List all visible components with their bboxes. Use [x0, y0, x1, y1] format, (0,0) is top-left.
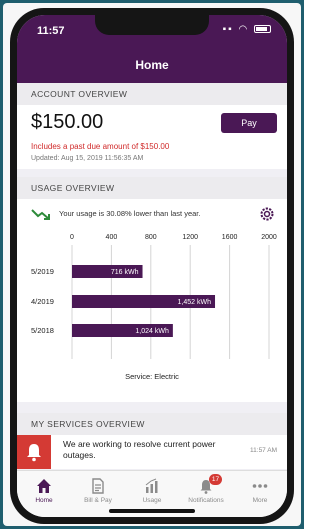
- tab-notifications[interactable]: 17 Notifications: [179, 474, 233, 504]
- tab-bill-pay-label: Bill & Pay: [84, 497, 112, 504]
- tab-home-label: Home: [35, 497, 53, 504]
- bar-category-label: 4/2019: [31, 297, 54, 306]
- battery-icon: [254, 25, 271, 34]
- alert-tile: [17, 435, 51, 469]
- usage-overview-header: USAGE OVERVIEW: [17, 177, 287, 199]
- bar-value-label: 716 kWh: [111, 269, 139, 276]
- updated-timestamp: Updated: Aug 15, 2019 11:56:35 AM: [31, 155, 144, 162]
- outage-notice-time: 11:57 AM: [250, 447, 277, 454]
- account-overview-card: $150.00 Pay Includes a past due amount o…: [17, 105, 287, 169]
- phone-screen: 11:57 ▪▪ ◠ Home ACCOUNT OVERVIEW $150.00…: [17, 15, 287, 517]
- trend-down-icon: [31, 209, 50, 220]
- balance-amount: $150.00: [31, 111, 104, 133]
- bar-category-label: 5/2019: [31, 267, 54, 276]
- nav-bar: Home: [17, 53, 287, 83]
- bill-icon: [92, 478, 104, 494]
- bar-category-label: 5/2018: [31, 326, 54, 335]
- home-indicator: [109, 509, 195, 513]
- tab-usage[interactable]: Usage: [125, 477, 179, 504]
- tab-more-label: More: [252, 497, 268, 504]
- usage-comparison-row: Your usage is 30.08% lower than last yea…: [31, 206, 277, 222]
- usage-overview-card: Your usage is 30.08% lower than last yea…: [17, 199, 287, 402]
- status-icons: ▪▪ ◠: [223, 24, 271, 35]
- outage-notice[interactable]: We are working to resolve current power …: [17, 435, 287, 469]
- pay-button[interactable]: Pay: [221, 113, 277, 133]
- bar-value-label: 1,024 kWh: [135, 328, 169, 335]
- outage-notice-text: We are working to resolve current power …: [63, 439, 216, 460]
- usage-icon: [145, 478, 158, 493]
- account-overview-header: ACCOUNT OVERVIEW: [17, 83, 287, 105]
- tab-bill-pay[interactable]: Bill & Pay: [71, 477, 125, 504]
- tab-notifications-label: Notifications: [188, 497, 224, 504]
- signal-icon: ▪▪: [222, 24, 234, 35]
- page-title: Home: [135, 58, 169, 72]
- x-tick-label: 800: [145, 234, 157, 241]
- x-tick-label: 400: [106, 234, 118, 241]
- notification-badge: 17: [209, 474, 222, 485]
- wifi-icon: ◠: [238, 24, 250, 35]
- x-tick-label: 2000: [261, 234, 277, 241]
- x-tick-label: 1600: [222, 234, 238, 241]
- home-icon: [37, 479, 51, 493]
- phone-notch: [95, 15, 209, 35]
- gear-icon[interactable]: [257, 206, 277, 222]
- tab-more[interactable]: More: [233, 477, 287, 504]
- tab-bar: Home Bill & Pay Usage 17 Notifications M…: [17, 470, 287, 517]
- status-time: 11:57: [37, 25, 65, 37]
- service-label: Service: Electric: [125, 372, 179, 381]
- usage-bar-chart: 0 400 800 1200 1600 2000 5/2019 716 kWh 4/2019 1,…: [31, 234, 277, 359]
- bar-value-label: 1,452 kWh: [178, 299, 212, 306]
- services-overview-header: MY SERVICES OVERVIEW: [17, 413, 287, 435]
- usage-comparison-text: Your usage is 30.08% lower than last yea…: [59, 209, 201, 218]
- tab-usage-label: Usage: [142, 497, 162, 504]
- x-tick-label: 0: [70, 234, 74, 241]
- more-icon: [252, 484, 268, 488]
- bell-alert-icon: [27, 444, 41, 462]
- phone-frame: 11:57 ▪▪ ◠ Home ACCOUNT OVERVIEW $150.00…: [10, 8, 294, 524]
- tab-home[interactable]: Home: [17, 477, 71, 504]
- past-due-notice: Includes a past due amount of $150.00: [31, 142, 170, 151]
- x-tick-label: 1200: [182, 234, 198, 241]
